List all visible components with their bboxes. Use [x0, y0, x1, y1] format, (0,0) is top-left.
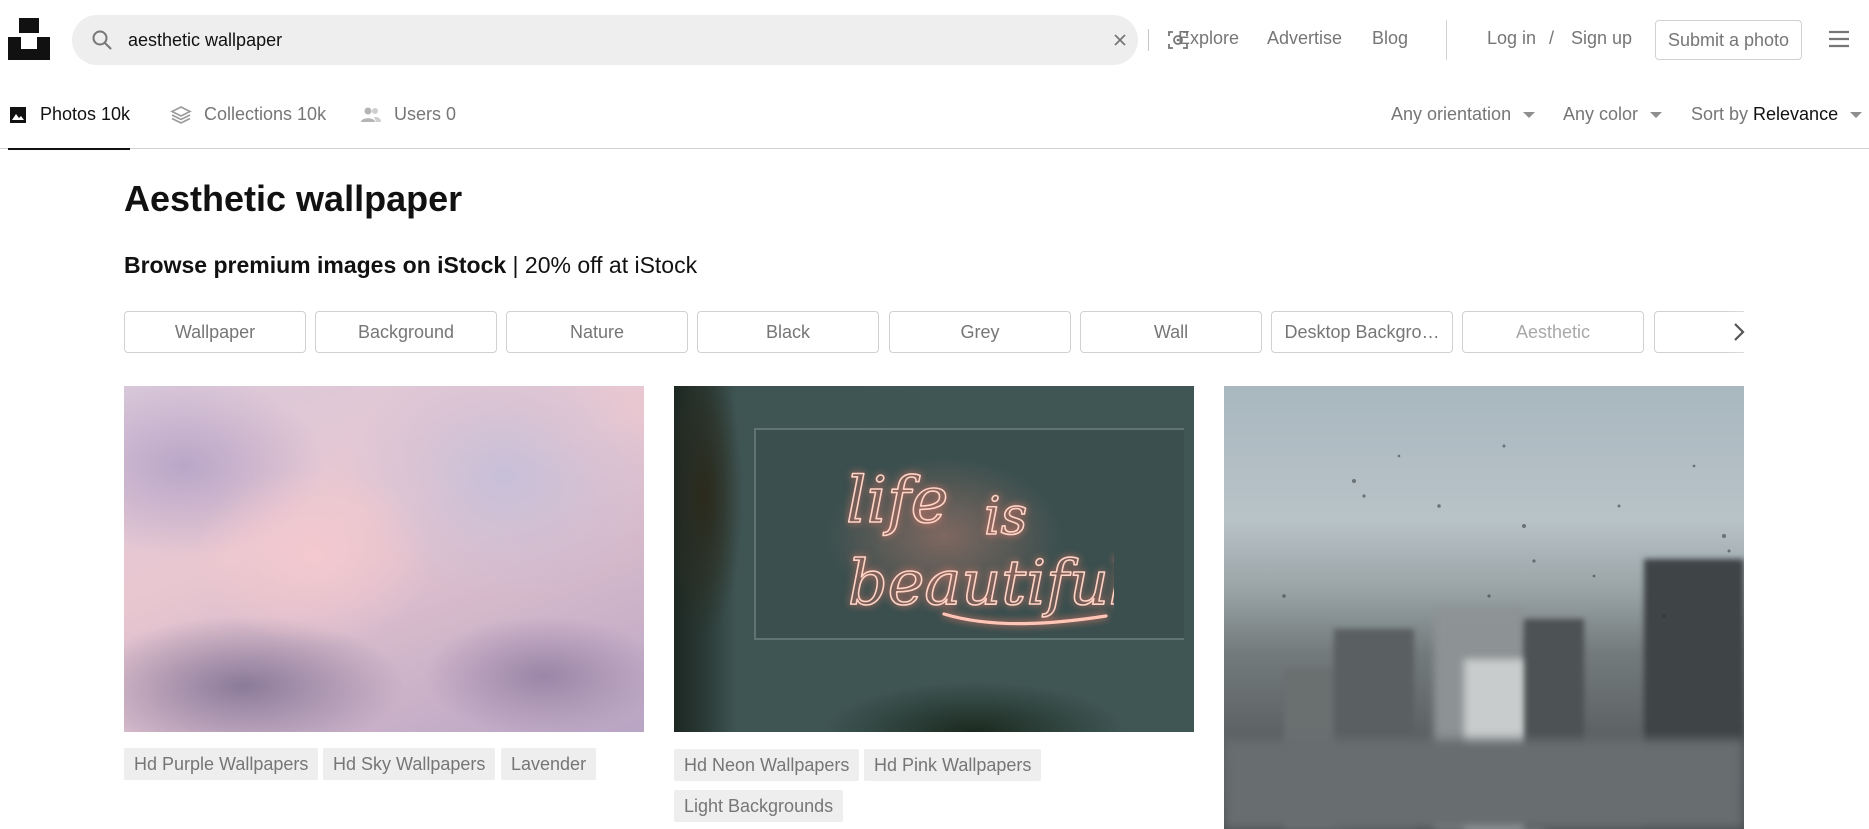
photo-plant	[824, 676, 1124, 732]
chevron-down-icon	[1650, 111, 1663, 118]
hamburger-menu-icon[interactable]	[1826, 26, 1852, 52]
related-chip[interactable]: Desktop Backgro…	[1271, 311, 1453, 353]
related-searches-row: Wallpaper Background Nature Black Grey W…	[124, 311, 1744, 353]
signup-link[interactable]: Sign up	[1571, 28, 1632, 49]
users-icon	[361, 107, 381, 122]
close-icon[interactable]	[1110, 30, 1130, 50]
sort-value-label: Relevance	[1753, 104, 1839, 124]
orientation-filter-label: Any orientation	[1391, 104, 1512, 124]
related-chip[interactable]: Background	[315, 311, 497, 353]
promo-discount-text: | 20% off at iStock	[506, 252, 698, 278]
sort-dropdown[interactable]: Sort by Relevance	[1691, 80, 1863, 149]
tab-users-label: Users 0	[394, 104, 457, 124]
photo-tag[interactable]: Hd Sky Wallpapers	[323, 748, 496, 780]
photo-tag[interactable]: Lavender	[501, 748, 597, 780]
tab-collections-label: Collections 10k	[204, 104, 327, 124]
related-chip[interactable]: Wall	[1080, 311, 1262, 353]
chevron-down-icon	[1523, 111, 1536, 118]
nav-blog-link[interactable]: Blog	[1372, 28, 1408, 49]
tab-photos[interactable]: Photos 10k	[8, 80, 131, 150]
chevron-right-icon[interactable]	[1726, 319, 1752, 345]
photo-tag[interactable]: Light Backgrounds	[674, 790, 844, 822]
nav-advertise-link[interactable]: Advertise	[1267, 28, 1342, 49]
sort-prefix-label: Sort by	[1691, 104, 1749, 124]
tab-users[interactable]: Users 0	[360, 80, 456, 149]
tab-collections[interactable]: Collections 10k	[170, 80, 326, 149]
raindrops	[1282, 444, 1731, 618]
photo-tag[interactable]: Hd Pink Wallpapers	[864, 749, 1042, 781]
orientation-filter-dropdown[interactable]: Any orientation	[1391, 80, 1536, 149]
photo-purple-clouds[interactable]	[124, 386, 644, 732]
neon-word-life: life	[846, 464, 949, 538]
search-input[interactable]	[128, 15, 1028, 65]
search-bar	[72, 15, 1188, 65]
tab-photos-label: Photos 10k	[40, 104, 131, 124]
related-chip[interactable]: Wallpaper	[124, 311, 306, 353]
photo-neon-sign[interactable]: life is beautiful	[674, 386, 1194, 732]
color-filter-label: Any color	[1563, 104, 1639, 124]
photo-rainy-city-window[interactable]	[1224, 386, 1744, 829]
search-tabs-bar: Photos 10k Collections 10k Users 0 Any o…	[0, 80, 1869, 150]
related-chip[interactable]: Aesthetic	[1462, 311, 1644, 353]
unsplash-logo-icon[interactable]	[8, 18, 50, 60]
chevron-down-icon	[1850, 111, 1863, 118]
login-link[interactable]: Log in	[1487, 28, 1536, 49]
istock-promo-link[interactable]: Browse premium images on iStock | 20% of…	[124, 252, 697, 279]
neon-lettering: life is beautiful	[845, 464, 1114, 626]
submit-photo-button[interactable]: Submit a photo	[1655, 20, 1802, 60]
search-icon[interactable]	[90, 28, 114, 52]
page-title: Aesthetic wallpaper	[124, 178, 463, 219]
login-signup-separator: /	[1549, 28, 1555, 48]
related-chip[interactable]: Black	[697, 311, 879, 353]
promo-bold-text: Browse premium images on iStock	[124, 252, 507, 278]
photo-icon	[10, 106, 26, 123]
search-divider	[1148, 29, 1149, 51]
neon-word-is: is	[984, 487, 1027, 547]
neon-word-beautiful: beautiful	[848, 546, 1114, 619]
photo-foliage	[674, 386, 764, 732]
top-header: Explore Advertise Blog Log in / Sign up …	[0, 0, 1869, 80]
photo-tag[interactable]: Hd Neon Wallpapers	[674, 749, 860, 781]
color-filter-dropdown[interactable]: Any color	[1563, 80, 1663, 149]
collections-stack-icon	[170, 105, 192, 124]
nav-explore-link[interactable]: Explore	[1178, 28, 1239, 49]
photo-tag[interactable]: Hd Purple Wallpapers	[124, 748, 319, 780]
related-chip[interactable]: Nature	[506, 311, 688, 353]
related-chip[interactable]: Grey	[889, 311, 1071, 353]
nav-divider	[1446, 20, 1447, 60]
